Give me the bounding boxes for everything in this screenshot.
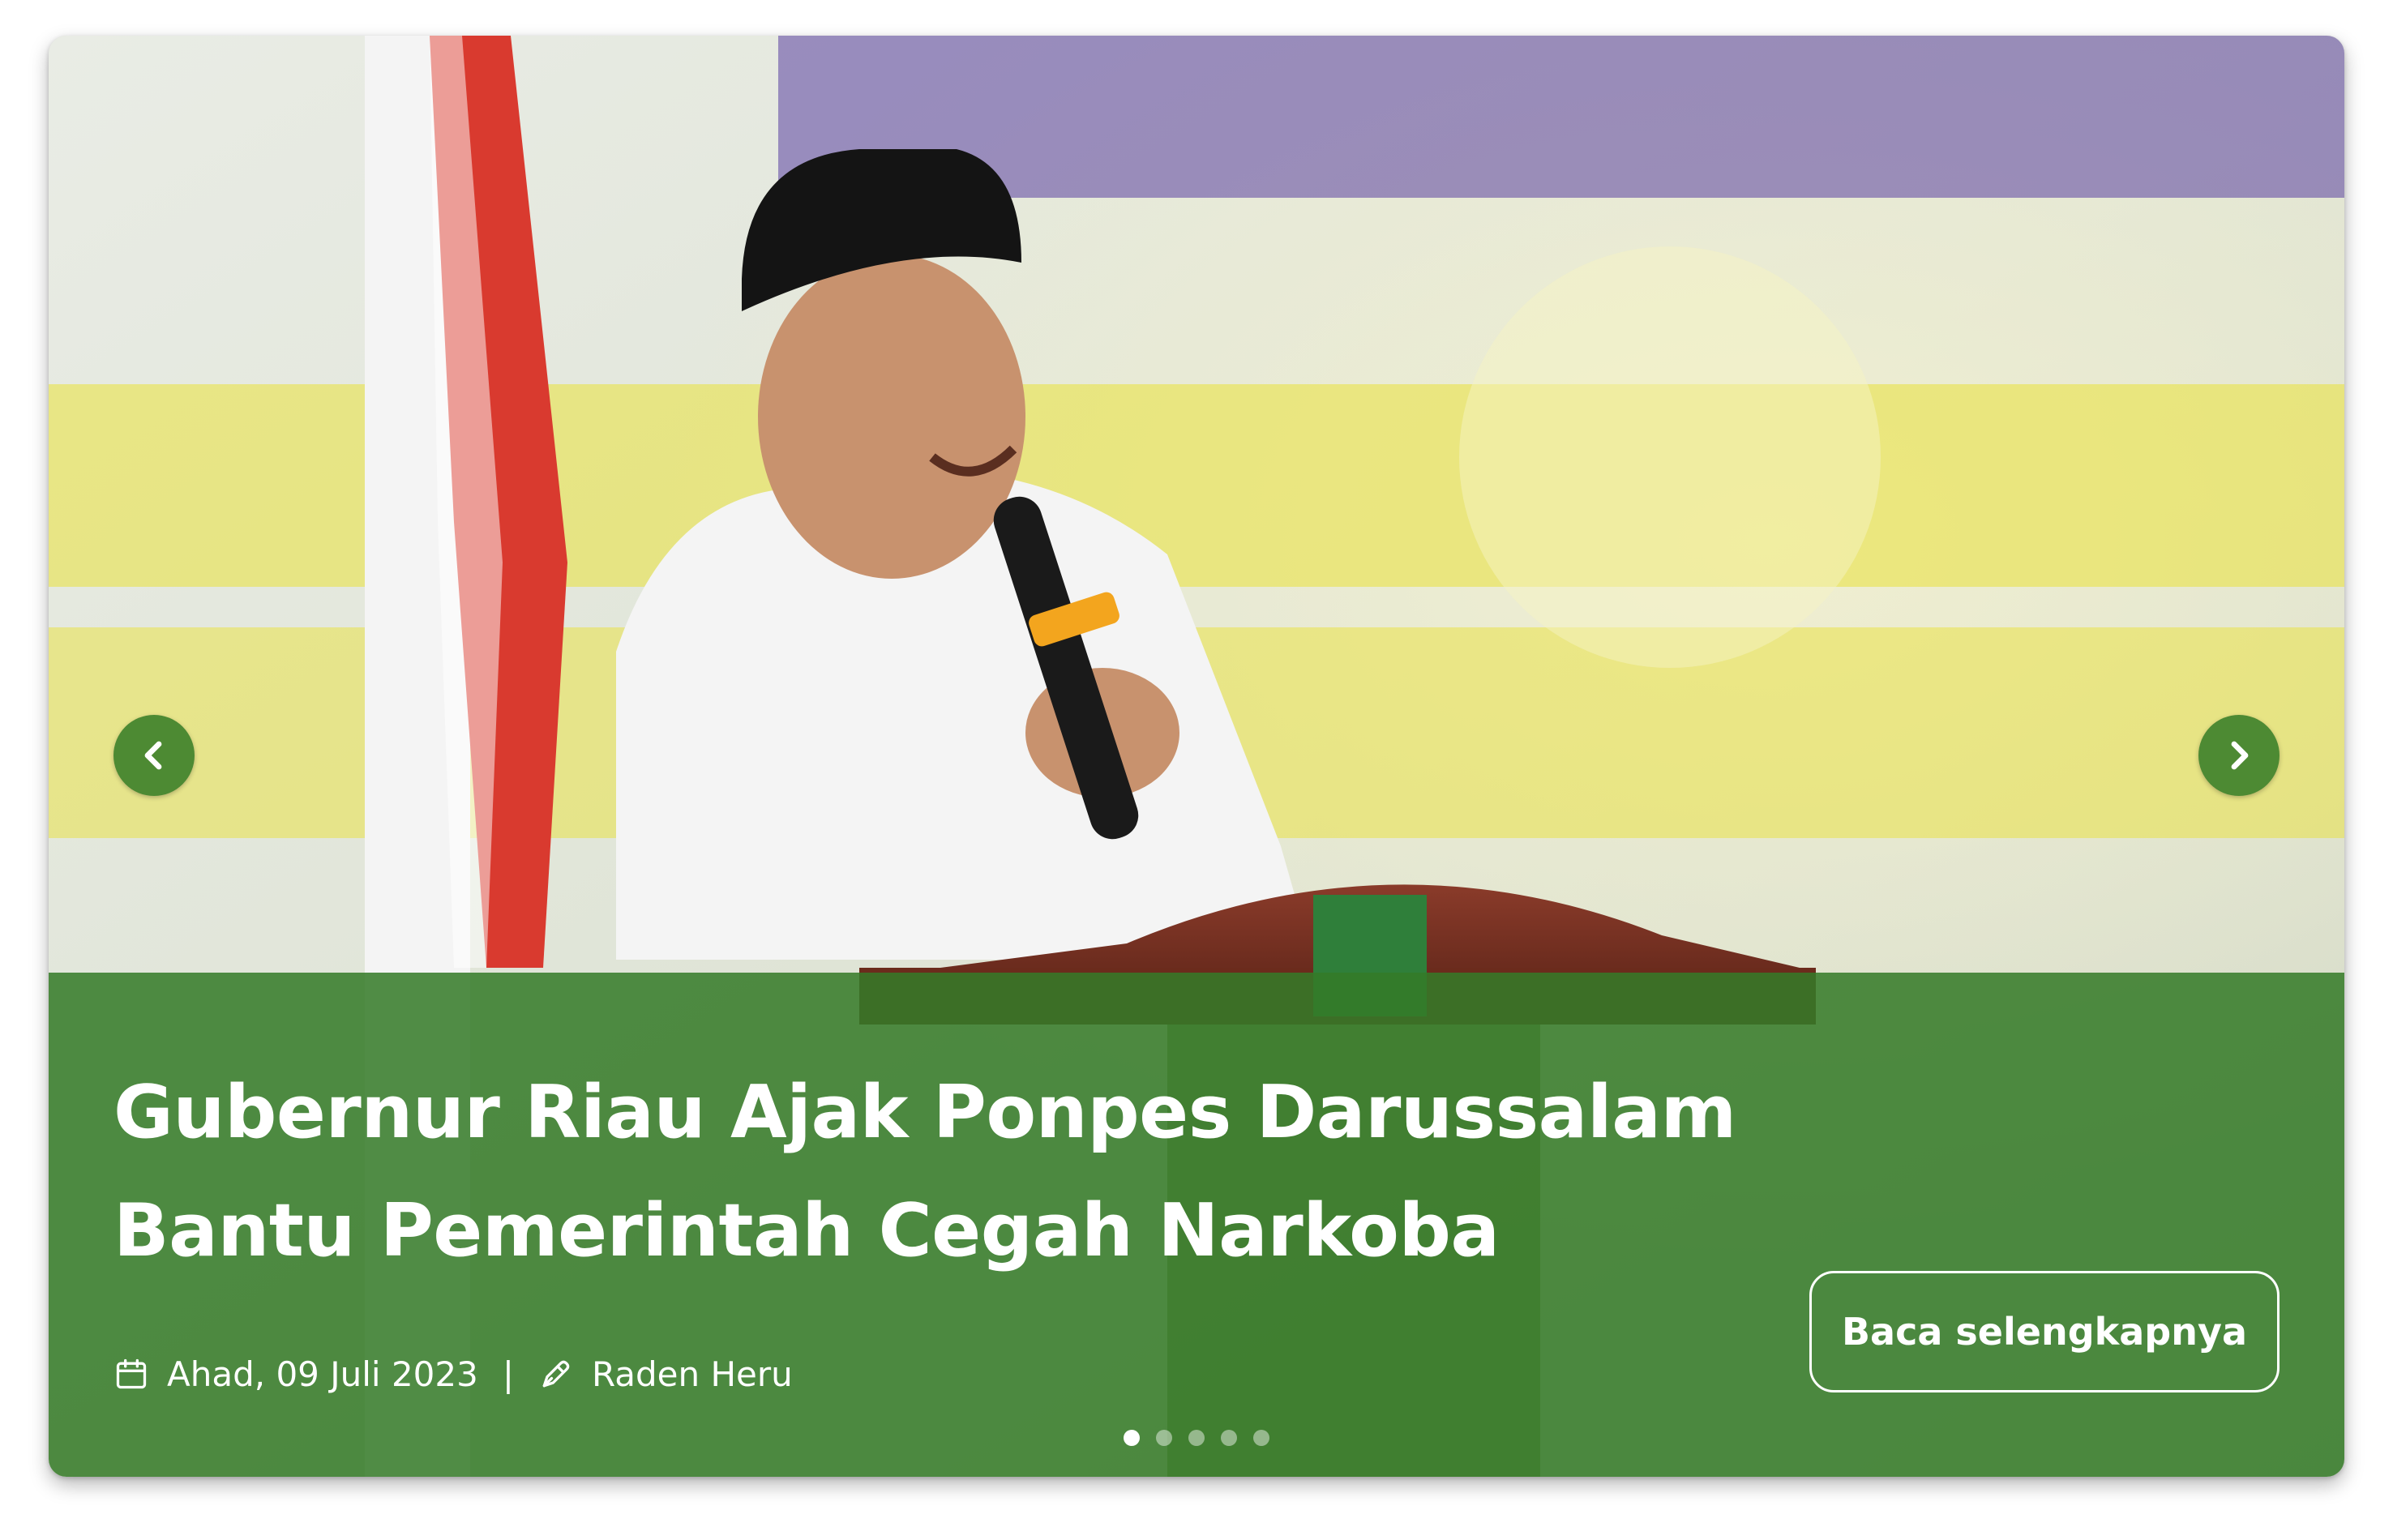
slide-author: Raden Heru: [591, 1354, 793, 1394]
slide-date: Ahad, 09 Juli 2023: [167, 1354, 478, 1394]
slide-caption: Gubernur Riau Ajak Ponpes Darussalam Ban…: [49, 973, 2344, 1477]
next-slide-button[interactable]: [2198, 715, 2280, 796]
slide-headline[interactable]: Gubernur Riau Ajak Ponpes Darussalam Ban…: [113, 1054, 1978, 1290]
chevron-left-icon: [135, 736, 173, 775]
chevron-right-icon: [2220, 736, 2258, 775]
slide-indicators: [49, 1430, 2344, 1446]
calendar-icon: [113, 1356, 149, 1392]
slide-dot-4[interactable]: [1221, 1430, 1237, 1446]
news-carousel: Gubernur Riau Ajak Ponpes Darussalam Ban…: [49, 36, 2344, 1477]
slide-dot-2[interactable]: [1156, 1430, 1172, 1446]
slide-dot-3[interactable]: [1188, 1430, 1205, 1446]
page: Gubernur Riau Ajak Ponpes Darussalam Ban…: [0, 0, 2393, 1540]
read-more-button[interactable]: Baca selengkapnya: [1809, 1271, 2280, 1392]
slide-meta: Ahad, 09 Juli 2023 | Raden Heru: [113, 1350, 793, 1398]
prev-slide-button[interactable]: [113, 715, 195, 796]
slide-dot-1[interactable]: [1124, 1430, 1140, 1446]
meta-separator: |: [502, 1354, 514, 1394]
pen-icon: [538, 1356, 574, 1392]
slide-dot-5[interactable]: [1253, 1430, 1269, 1446]
